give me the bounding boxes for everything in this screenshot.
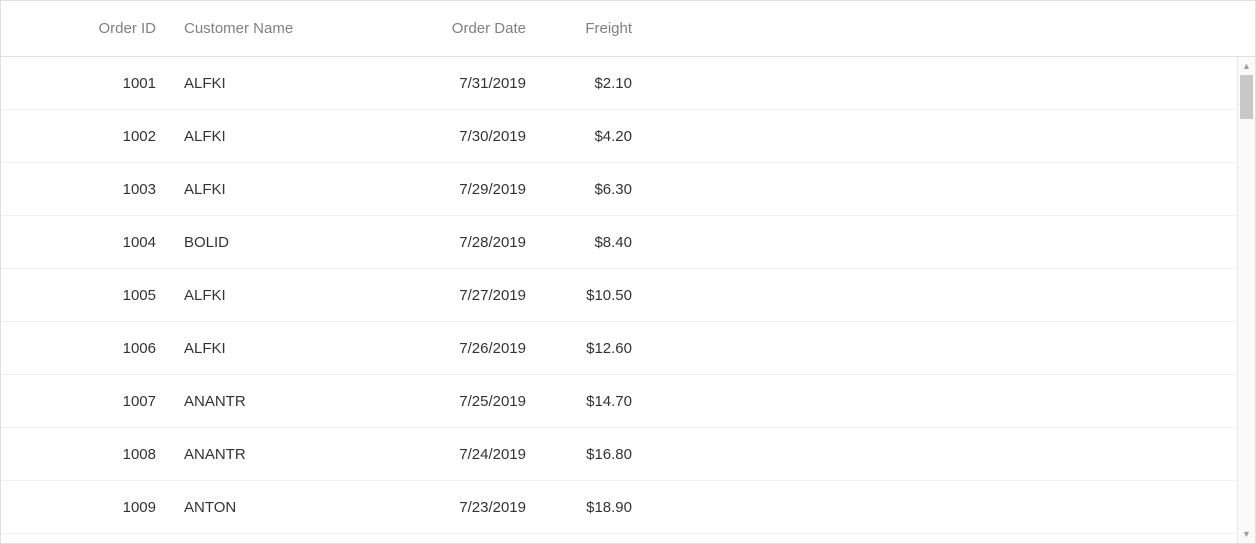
scroll-track[interactable]	[1238, 75, 1255, 525]
data-grid: Order ID Customer Name Order Date Freigh…	[0, 0, 1256, 544]
scroll-up-arrow-icon[interactable]: ▲	[1238, 57, 1255, 75]
cell-customer-name: ALFKI	[176, 75, 346, 92]
cell-freight: $18.90	[546, 499, 646, 516]
vertical-scrollbar[interactable]: ▲ ▼	[1237, 57, 1255, 543]
table-row[interactable]: 1008 ANANTR 7/24/2019 $16.80	[1, 428, 1237, 481]
table-row[interactable]: 1005 ALFKI 7/27/2019 $10.50	[1, 269, 1237, 322]
column-header-order-date[interactable]: Order Date	[346, 20, 546, 37]
table-row[interactable]: 1001 ALFKI 7/31/2019 $2.10	[1, 57, 1237, 110]
cell-customer-name: ANANTR	[176, 393, 346, 410]
cell-freight: $8.40	[546, 234, 646, 251]
cell-order-id: 1006	[1, 340, 176, 357]
cell-freight: $16.80	[546, 446, 646, 463]
cell-order-date: 7/23/2019	[346, 499, 546, 516]
cell-order-id: 1001	[1, 75, 176, 92]
cell-customer-name: ALFKI	[176, 128, 346, 145]
scroll-thumb[interactable]	[1240, 75, 1253, 119]
cell-order-id: 1004	[1, 234, 176, 251]
cell-order-id: 1008	[1, 446, 176, 463]
cell-freight: $2.10	[546, 75, 646, 92]
cell-freight: $6.30	[546, 181, 646, 198]
cell-customer-name: ALFKI	[176, 181, 346, 198]
table-row[interactable]: 1003 ALFKI 7/29/2019 $6.30	[1, 163, 1237, 216]
cell-freight: $12.60	[546, 340, 646, 357]
cell-order-date: 7/26/2019	[346, 340, 546, 357]
column-header-customer-name[interactable]: Customer Name	[176, 20, 346, 37]
cell-customer-name: BOLID	[176, 234, 346, 251]
cell-order-date: 7/24/2019	[346, 446, 546, 463]
grid-body-content: 1001 ALFKI 7/31/2019 $2.10 1002 ALFKI 7/…	[1, 57, 1237, 543]
table-row[interactable]: 1006 ALFKI 7/26/2019 $12.60	[1, 322, 1237, 375]
table-row[interactable]: 1009 ANTON 7/23/2019 $18.90	[1, 481, 1237, 534]
cell-order-id: 1007	[1, 393, 176, 410]
cell-order-date: 7/27/2019	[346, 287, 546, 304]
cell-order-date: 7/29/2019	[346, 181, 546, 198]
cell-freight: $10.50	[546, 287, 646, 304]
cell-customer-name: ALFKI	[176, 287, 346, 304]
table-row[interactable]: 1007 ANANTR 7/25/2019 $14.70	[1, 375, 1237, 428]
cell-customer-name: ANTON	[176, 499, 346, 516]
grid-body-viewport: 1001 ALFKI 7/31/2019 $2.10 1002 ALFKI 7/…	[1, 57, 1255, 543]
table-row[interactable]: 1004 BOLID 7/28/2019 $8.40	[1, 216, 1237, 269]
grid-header-row: Order ID Customer Name Order Date Freigh…	[1, 1, 1255, 57]
cell-freight: $14.70	[546, 393, 646, 410]
cell-customer-name: ALFKI	[176, 340, 346, 357]
cell-order-date: 7/31/2019	[346, 75, 546, 92]
cell-order-id: 1002	[1, 128, 176, 145]
cell-order-id: 1005	[1, 287, 176, 304]
column-header-freight[interactable]: Freight	[546, 20, 646, 37]
cell-order-date: 7/25/2019	[346, 393, 546, 410]
cell-customer-name: ANANTR	[176, 446, 346, 463]
table-row[interactable]: 1002 ALFKI 7/30/2019 $4.20	[1, 110, 1237, 163]
cell-order-date: 7/30/2019	[346, 128, 546, 145]
cell-order-id: 1009	[1, 499, 176, 516]
column-header-order-id[interactable]: Order ID	[1, 20, 176, 37]
cell-freight: $4.20	[546, 128, 646, 145]
scroll-down-arrow-icon[interactable]: ▼	[1238, 525, 1255, 543]
cell-order-id: 1003	[1, 181, 176, 198]
cell-order-date: 7/28/2019	[346, 234, 546, 251]
